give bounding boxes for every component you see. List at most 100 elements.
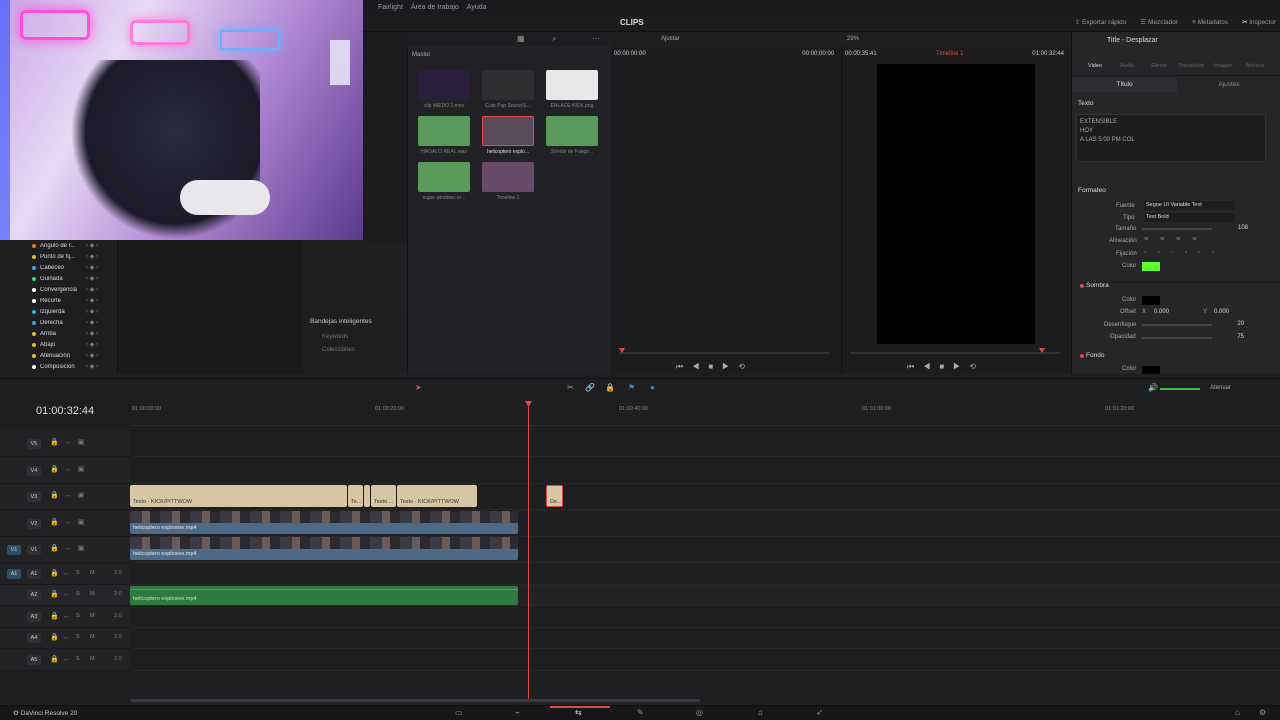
- tipo-select[interactable]: Text Bold: [1144, 213, 1234, 222]
- keyframe-nav-icon[interactable]: ‹ ◆ ›: [86, 308, 98, 315]
- opacidad-value[interactable]: 75: [1218, 334, 1244, 340]
- text-clip[interactable]: Texto - KICK/PITTWOW: [397, 485, 477, 507]
- audio-track-lane[interactable]: [130, 607, 1280, 628]
- video-track-header[interactable]: V3 🔒↔▣: [0, 484, 130, 510]
- track-controls[interactable]: 🔒↔: [50, 655, 74, 663]
- metadata-button[interactable]: ≡ Metadatos: [1192, 19, 1228, 26]
- effect-row[interactable]: Punto de fij... ‹ ◆ ›: [0, 251, 300, 262]
- video-track-header[interactable]: V5 🔒↔▣: [0, 431, 130, 457]
- effect-row[interactable]: Ángulo de r... ‹ ◆ ›: [0, 240, 300, 251]
- timeline-zoom[interactable]: 29%: [847, 36, 859, 42]
- color-page-icon[interactable]: ◎: [696, 708, 703, 717]
- audio-clip-a2[interactable]: helicoptero explosive.mp4: [130, 586, 518, 605]
- more-icon[interactable]: ⋯: [592, 34, 600, 43]
- source-track-selector[interactable]: A1: [7, 569, 21, 579]
- tamano-slider[interactable]: [1142, 228, 1212, 230]
- shadow-color-swatch[interactable]: [1142, 296, 1160, 305]
- track-controls[interactable]: 🔒↔: [50, 612, 74, 620]
- effect-row[interactable]: Derecha ‹ ◆ ›: [0, 317, 300, 328]
- effect-row[interactable]: Izquierda ‹ ◆ ›: [0, 306, 300, 317]
- volume-slider[interactable]: [1160, 388, 1200, 390]
- track-controls[interactable]: 🔒↔▣: [50, 491, 90, 499]
- tamano-value[interactable]: 108: [1218, 225, 1248, 231]
- media-thumbnail[interactable]: [482, 70, 534, 100]
- solo-button[interactable]: S: [76, 634, 80, 640]
- inspector-tab-efecto[interactable]: Efecto: [1144, 63, 1174, 69]
- effect-row[interactable]: Guiñada ‹ ◆ ›: [0, 273, 300, 284]
- link-icon[interactable]: 🔗: [585, 383, 595, 392]
- mixer-button[interactable]: ☰ Mezclador: [1140, 18, 1178, 26]
- volume-icon[interactable]: 🔊: [1148, 383, 1158, 392]
- media-thumbnail[interactable]: [482, 162, 534, 192]
- keyframe-nav-icon[interactable]: ‹ ◆ ›: [86, 253, 98, 260]
- text-clip[interactable]: [364, 485, 370, 507]
- grid-view-icon[interactable]: ▦: [517, 34, 525, 43]
- home-icon[interactable]: ⌂: [1235, 708, 1240, 717]
- source-transport[interactable]: ⏮◀■▶⟲: [676, 362, 754, 372]
- source-zoom[interactable]: Ajustar: [661, 36, 680, 42]
- video-clip-v1[interactable]: helicoptero explosive.mp4: [130, 537, 518, 560]
- cut-page-icon[interactable]: ⌁: [515, 708, 520, 717]
- track-name[interactable]: V4: [27, 466, 41, 476]
- keyframe-nav-icon[interactable]: ‹ ◆ ›: [86, 319, 98, 326]
- opacidad-slider[interactable]: [1142, 337, 1212, 339]
- video-track-lane[interactable]: [130, 458, 1280, 484]
- track-controls[interactable]: 🔒↔▣: [50, 544, 90, 552]
- track-name[interactable]: V3: [27, 492, 41, 502]
- track-controls[interactable]: 🔒↔▣: [50, 465, 90, 473]
- audio-track-lane[interactable]: [130, 564, 1280, 585]
- media-thumbnail[interactable]: [546, 70, 598, 100]
- marker-icon[interactable]: ●: [650, 383, 655, 392]
- subtab-ajustes[interactable]: Ajustes: [1177, 78, 1280, 92]
- flag-icon[interactable]: ⚑: [628, 383, 635, 392]
- source-scrubber[interactable]: [619, 352, 829, 354]
- track-controls[interactable]: 🔒↔▣: [50, 518, 90, 526]
- keyframe-nav-icon[interactable]: ‹ ◆ ›: [86, 275, 98, 282]
- offset-y[interactable]: 0.000: [1214, 309, 1229, 315]
- mute-button[interactable]: M: [90, 656, 95, 662]
- media-thumbnail[interactable]: [546, 116, 598, 146]
- subtab-titulo[interactable]: Título: [1072, 78, 1177, 92]
- solo-button[interactable]: S: [76, 591, 80, 597]
- track-controls[interactable]: 🔒↔▣: [50, 438, 90, 446]
- audio-track-header[interactable]: A1 A1 🔒↔ S M 2.0: [0, 564, 130, 585]
- media-thumbnail[interactable]: [418, 162, 470, 192]
- text-clip[interactable]: Texto - KICK/PITTWOW: [130, 485, 347, 507]
- track-name[interactable]: A4: [27, 633, 41, 643]
- mute-button[interactable]: M: [90, 591, 95, 597]
- video-track-header[interactable]: V4 🔒↔▣: [0, 458, 130, 484]
- effect-row[interactable]: Composición ‹ ◆ ›: [0, 361, 300, 372]
- keyframe-nav-icon[interactable]: ‹ ◆ ›: [86, 341, 98, 348]
- media-thumbnail[interactable]: [482, 116, 534, 146]
- text-input[interactable]: EXTENSIBLE HOY A LAS 5:00 PM COL: [1076, 114, 1266, 162]
- track-name[interactable]: V2: [27, 519, 41, 529]
- audio-track-header[interactable]: A3 🔒↔ S M 2.0: [0, 607, 130, 628]
- menu-workspace[interactable]: Área de trabajo: [411, 4, 459, 11]
- mute-button[interactable]: M: [90, 613, 95, 619]
- menu-help[interactable]: Ayuda: [467, 4, 487, 11]
- sombra-enable-icon[interactable]: [1080, 284, 1084, 288]
- text-color-swatch[interactable]: [1142, 262, 1160, 271]
- effect-row[interactable]: Abajo ‹ ◆ ›: [0, 339, 300, 350]
- inspector-tab-archivo[interactable]: Archivo: [1240, 63, 1270, 69]
- search-icon[interactable]: ⌕: [552, 34, 556, 44]
- track-name[interactable]: V5: [27, 439, 41, 449]
- anchor-buttons[interactable]: ▫▫▫▫▫▫: [1144, 249, 1225, 256]
- source-playhead-icon[interactable]: [619, 348, 625, 353]
- settings-icon[interactable]: ⚙: [1259, 708, 1266, 717]
- text-clip[interactable]: Texto ...: [371, 485, 396, 507]
- media-page-icon[interactable]: ▭: [455, 708, 463, 717]
- track-controls[interactable]: 🔒↔: [50, 633, 74, 641]
- solo-button[interactable]: S: [76, 613, 80, 619]
- audio-track-header[interactable]: A2 🔒↔ S M 2.0: [0, 585, 130, 606]
- track-name[interactable]: A2: [27, 590, 41, 600]
- desenfoque-value[interactable]: 20: [1218, 321, 1244, 327]
- media-thumbnail[interactable]: [418, 116, 470, 146]
- audio-track-header[interactable]: A5 🔒↔ S M 2.0: [0, 650, 130, 671]
- video-track-header[interactable]: V2 🔒↔▣: [0, 511, 130, 537]
- keyframe-nav-icon[interactable]: ‹ ◆ ›: [86, 286, 98, 293]
- mute-button[interactable]: M: [90, 570, 95, 576]
- audio-track-lane[interactable]: [130, 650, 1280, 671]
- fusion-page-icon[interactable]: ✎: [637, 708, 644, 717]
- inspector-tab-imagen[interactable]: Imagen: [1208, 63, 1238, 69]
